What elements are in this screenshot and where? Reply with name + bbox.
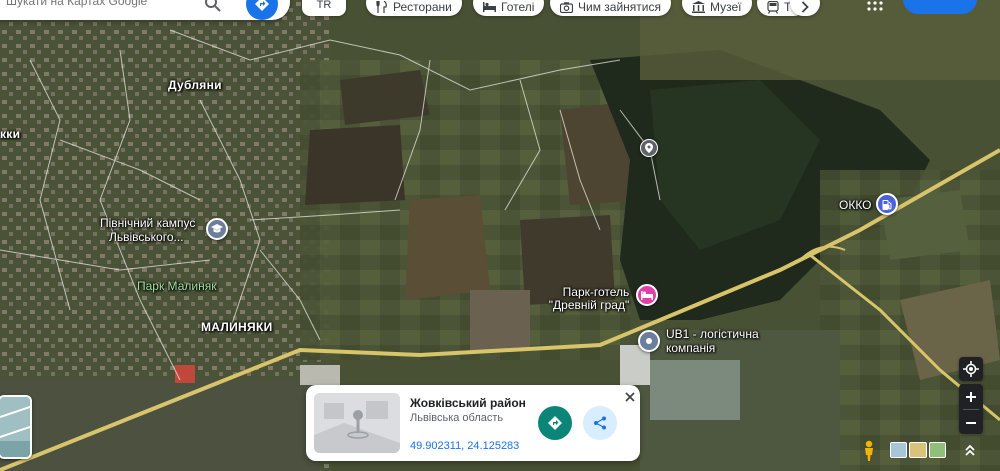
map-layer-options[interactable] [890,442,946,458]
directions-button[interactable] [246,0,278,20]
location-pin[interactable] [640,139,658,157]
search-input[interactable] [6,0,196,8]
chip-restaurants[interactable]: Ресторани [366,0,462,16]
school-icon [211,224,223,233]
chip-hotels[interactable]: Готелі [473,0,545,16]
gas-station-pin[interactable] [876,193,898,215]
search-button[interactable] [204,0,226,17]
street-view-placeholder-icon [314,393,400,453]
place-subtitle: Львівська область [410,412,504,424]
dot-icon [646,338,652,344]
chip-museums[interactable]: Музеї [682,0,752,16]
my-location-button[interactable] [959,357,983,381]
map-marker-icon [645,143,653,153]
chip-restaurants-label: Ресторани [393,0,452,14]
place-label-okko[interactable]: ОККО [839,198,872,212]
place-title: Жовківський район [410,396,526,410]
translate-button[interactable]: TR [302,0,346,16]
directions-icon [255,0,269,11]
close-icon [625,392,635,402]
search-icon [205,0,221,12]
my-location-icon [963,361,979,377]
place-coordinates[interactable]: 49.902311, 24.125283 [410,440,519,452]
layer-option-terrain[interactable] [890,442,908,458]
place-label-ub1-line2[interactable]: компанія [666,341,715,355]
place-label-ub1-line1[interactable]: UB1 - логістична [666,327,759,341]
chip-hotels-label: Готелі [501,0,535,14]
plus-icon [966,391,976,402]
pegman-icon [865,440,873,461]
bed-icon [483,2,496,12]
card-directions-button[interactable] [538,406,572,440]
museum-icon [692,1,705,13]
double-chevron-up-icon [965,444,975,456]
camera-icon [560,1,573,13]
layer-option-biking[interactable] [928,442,946,458]
card-close-button[interactable] [622,389,638,405]
layers-toggle[interactable] [0,395,32,459]
zoom-in-button[interactable] [959,384,983,409]
apps-grid-icon [867,1,883,11]
place-label-hotel-line1[interactable]: Парк-готель [560,285,632,299]
place-label-kky[interactable]: кки [0,127,20,141]
card-share-button[interactable] [583,406,617,440]
place-thumbnail[interactable] [314,393,400,453]
search-box [0,0,290,20]
bed-icon [641,290,653,300]
chip-things-to-do[interactable]: Чим зайнятися [550,0,671,16]
minus-icon [966,421,976,424]
place-label-hotel-line2[interactable]: "Древній град" [545,298,633,312]
school-pin[interactable] [206,218,228,240]
street-view-pegman[interactable] [860,440,878,462]
chevron-right-icon [801,1,809,13]
layer-option-traffic[interactable] [909,442,927,458]
layers-preview-icon [0,397,30,457]
apps-grid-button[interactable] [866,0,884,11]
zoom-controls [959,384,983,434]
place-label-dubliany[interactable]: Дубляни [168,78,222,92]
gas-pump-icon [882,199,892,210]
place-label-maliniaky[interactable]: МАЛИНЯКИ [201,320,273,334]
sign-in-button[interactable] [903,0,977,14]
place-label-north-campus-line1[interactable]: Північний кампус [100,216,195,230]
chip-things-to-do-label: Чим зайнятися [578,0,661,14]
hotel-pin[interactable] [636,284,658,306]
train-icon [767,0,779,14]
business-pin[interactable] [638,330,660,352]
place-info-card: Жовківський район Львівська область 49.9… [306,385,640,461]
zoom-out-button[interactable] [959,410,983,435]
place-label-park[interactable]: Парк Малиняк [137,279,216,293]
expand-layers-button[interactable] [960,440,980,460]
directions-icon [548,416,562,430]
place-label-north-campus-line2[interactable]: Львівського... [109,230,184,244]
share-icon [594,416,606,430]
chip-museums-label: Музеї [710,0,742,14]
fork-knife-icon [376,1,387,13]
